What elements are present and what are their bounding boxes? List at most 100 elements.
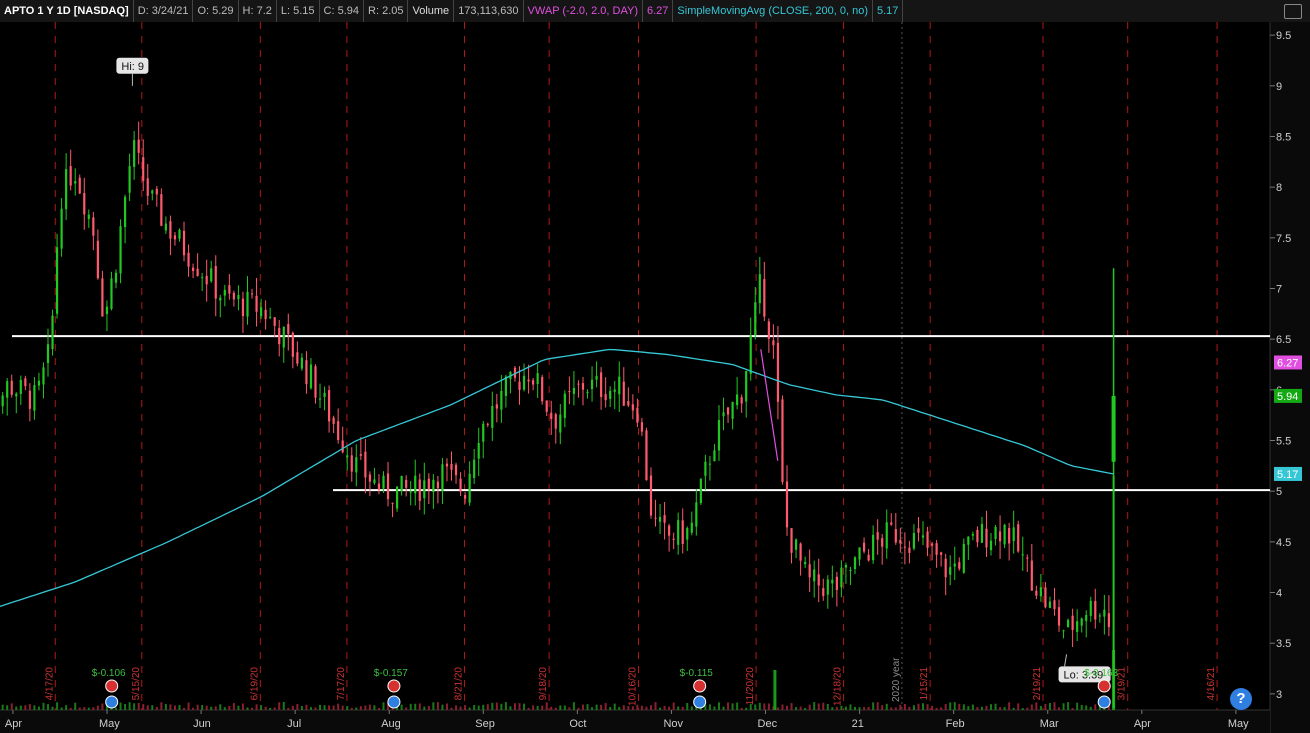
candle-body xyxy=(668,525,671,536)
candle-body xyxy=(1017,524,1020,552)
candle-body xyxy=(794,539,798,550)
candle-body xyxy=(953,563,956,567)
maximize-icon[interactable] xyxy=(1284,4,1302,19)
x-tick-label: Sep xyxy=(475,718,495,730)
volume-bar xyxy=(164,704,167,710)
candle-body xyxy=(835,576,838,591)
volume-bar xyxy=(269,707,272,710)
candle-body xyxy=(545,400,548,412)
candle-body xyxy=(409,491,412,493)
high-label: H: 7.2 xyxy=(239,0,277,22)
candle-body xyxy=(24,378,27,387)
candle-body xyxy=(586,391,589,394)
volume-bar xyxy=(300,706,303,710)
volume-bar xyxy=(518,703,521,710)
candle-body xyxy=(114,272,118,283)
candle-body xyxy=(314,366,317,398)
candle-body xyxy=(785,481,789,528)
candle-body xyxy=(563,393,566,418)
volume-bar xyxy=(568,707,571,710)
candle-body xyxy=(1057,607,1061,626)
volume-bar xyxy=(210,706,213,710)
candle-body xyxy=(872,534,875,561)
x-tick-label: Jul xyxy=(287,718,301,730)
candle-body xyxy=(1080,618,1083,626)
candle-body xyxy=(781,399,784,482)
volume-bar xyxy=(305,704,308,710)
volume-bar xyxy=(885,703,888,710)
symbol-label[interactable]: APTO 1 Y 1D [NASDAQ] xyxy=(0,0,134,22)
volume-bar xyxy=(894,707,897,710)
volume-spike xyxy=(773,670,777,710)
candle-body xyxy=(133,140,136,167)
candle-body xyxy=(241,298,245,317)
volume-bar xyxy=(223,707,226,710)
volume-bar xyxy=(241,703,244,710)
y-tick-label: 3.5 xyxy=(1276,638,1291,650)
volume-label[interactable]: Volume xyxy=(408,0,455,22)
candle-body xyxy=(278,327,281,345)
candle-body xyxy=(391,502,394,504)
candle-body xyxy=(228,285,231,294)
candle-body xyxy=(980,523,984,543)
candle-body xyxy=(695,502,698,527)
candle-body xyxy=(985,528,988,548)
volume-bar xyxy=(115,707,118,710)
candle-body xyxy=(1098,615,1101,617)
volume-bar xyxy=(455,705,458,710)
date-marker-label: 2/19/21 xyxy=(1032,667,1043,701)
volume-bar xyxy=(337,703,340,710)
volume-bar xyxy=(282,702,285,710)
volume-bar xyxy=(990,704,993,710)
volume-bar xyxy=(1062,703,1065,710)
volume-bar xyxy=(355,707,358,710)
sma-label[interactable]: SimpleMovingAvg (CLOSE, 200, 0, no) xyxy=(673,0,873,22)
volume-bar xyxy=(10,703,13,710)
candle-body xyxy=(264,309,267,320)
volume-bar xyxy=(278,702,281,710)
volume-bar xyxy=(831,707,834,710)
candle-body xyxy=(826,579,829,595)
volume-bar xyxy=(622,705,625,710)
volume-bar xyxy=(1094,704,1097,710)
candle-body xyxy=(1094,600,1097,620)
candle-body xyxy=(51,315,54,350)
x-tick-label: Aug xyxy=(381,718,401,730)
candle-body xyxy=(405,479,408,488)
volume-bar xyxy=(749,703,752,710)
candle-body xyxy=(581,383,585,390)
help-button[interactable]: ? xyxy=(1230,688,1252,710)
volume-bar xyxy=(78,707,81,710)
candle-body xyxy=(618,376,621,395)
volume-bar xyxy=(903,704,906,710)
candle-body xyxy=(400,476,403,492)
candle-body xyxy=(454,464,458,476)
volume-bar xyxy=(51,706,54,710)
volume-bar xyxy=(976,707,979,710)
candle-body xyxy=(196,268,199,277)
candle-body xyxy=(305,360,308,385)
candle-body xyxy=(1085,614,1088,621)
volume-bar xyxy=(74,702,77,710)
volume-bar xyxy=(346,706,349,710)
open-label: O: 5.29 xyxy=(193,0,239,22)
candle-body xyxy=(377,483,381,490)
candle-body xyxy=(949,567,952,575)
y-tick-label: 4 xyxy=(1276,588,1282,600)
x-tick-label: Feb xyxy=(946,718,965,730)
x-tick-label: Jun xyxy=(193,718,211,730)
vwap-label[interactable]: VWAP (-2.0, 2.0, DAY) xyxy=(524,0,643,22)
candle-body xyxy=(87,214,90,219)
price-chart[interactable]: 33.544.555.566.577.588.599.5AprMayJunJul… xyxy=(0,22,1310,733)
volume-bar xyxy=(432,702,435,710)
volume-bar xyxy=(813,702,816,710)
volume-bar xyxy=(790,703,793,710)
volume-bar xyxy=(382,702,385,710)
volume-bar xyxy=(844,706,847,710)
candle-body xyxy=(210,268,213,282)
volume-bar xyxy=(980,706,983,710)
candle-body xyxy=(65,169,68,210)
candle-body xyxy=(962,543,965,573)
candle-body xyxy=(477,443,480,459)
volume-bar xyxy=(414,703,417,710)
